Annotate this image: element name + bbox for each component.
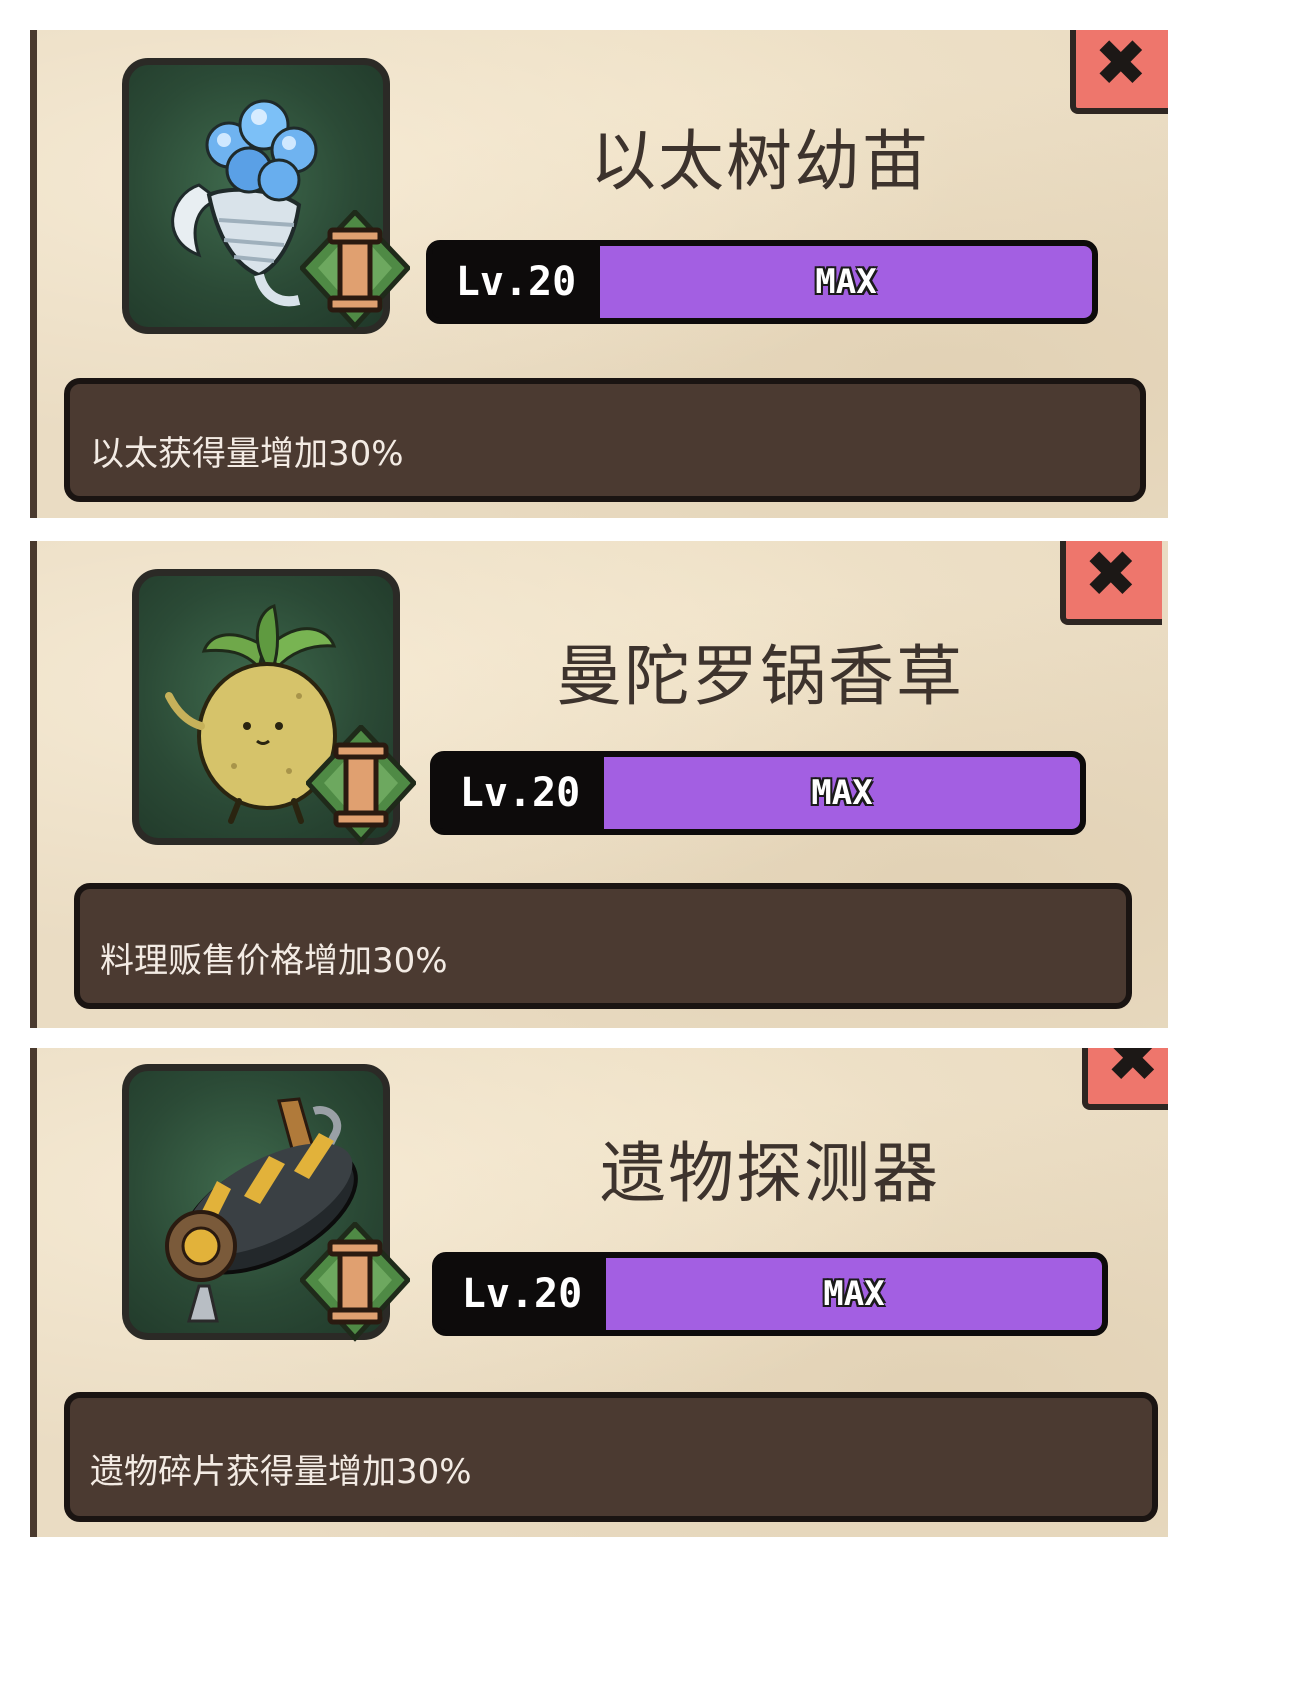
level-label: Lv.20: [455, 259, 577, 305]
tier-badge-icon: [306, 725, 416, 845]
description-text: 以太获得量增加30%: [90, 434, 404, 474]
close-icon[interactable]: ✖: [1094, 32, 1148, 96]
description-box: 料理贩售价格增加30%: [74, 883, 1132, 1009]
description-box: 遗物碎片获得量增加30%: [64, 1392, 1158, 1522]
max-label: MAX: [815, 262, 877, 302]
tier-badge-icon: [300, 1222, 410, 1342]
description-box: 以太获得量增加30%: [64, 378, 1146, 502]
close-button[interactable]: ✖: [1082, 1048, 1168, 1110]
description-text: 料理贩售价格增加30%: [100, 941, 448, 981]
item-title: 遗物探测器: [600, 1135, 940, 1212]
close-button[interactable]: ✖: [1060, 541, 1162, 625]
close-icon[interactable]: ✖: [1084, 543, 1138, 607]
description-text: 遗物碎片获得量增加30%: [90, 1452, 472, 1492]
level-progress-bar: Lv.20 MAX: [426, 240, 1098, 324]
level-label: Lv.20: [461, 1271, 583, 1317]
item-title: 曼陀罗锅香草: [556, 638, 964, 715]
close-icon[interactable]: ✖: [1106, 1048, 1160, 1092]
item-title: 以太树幼苗: [590, 123, 930, 200]
close-button[interactable]: ✖: [1070, 30, 1168, 114]
item-card-ether-sapling: ✖ 以太树幼苗 Lv.20 MAX 以太获得量增加30%: [30, 30, 1168, 518]
item-card-relic-detector: ✖ 遗物探测器 Lv.20 MAX 遗物碎片获得量增加30%: [30, 1048, 1168, 1537]
tier-badge-icon: [300, 210, 410, 330]
level-progress-bar: Lv.20 MAX: [430, 751, 1086, 835]
max-label: MAX: [811, 773, 873, 813]
max-label: MAX: [823, 1274, 885, 1314]
level-progress-bar: Lv.20 MAX: [432, 1252, 1108, 1336]
item-card-mandrake-herb: ✖ 曼陀罗锅香草 Lv.20 MAX 料理贩售价格增加30%: [30, 541, 1168, 1028]
level-label: Lv.20: [459, 770, 581, 816]
